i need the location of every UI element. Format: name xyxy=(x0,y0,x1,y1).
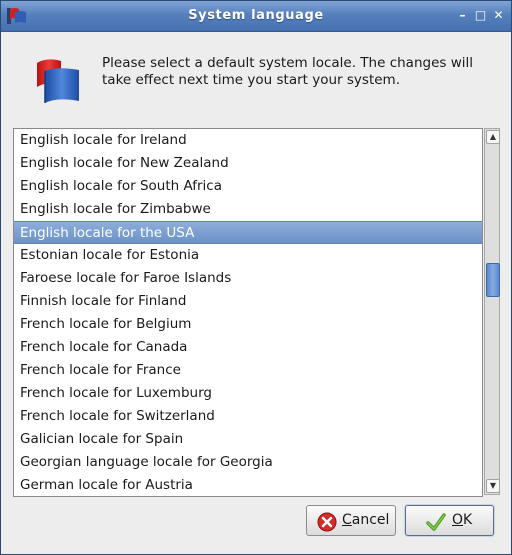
list-item[interactable]: English locale for South Africa xyxy=(14,175,482,198)
dialog-window: System language – □ ✕ Please select a de… xyxy=(0,0,512,555)
cancel-icon xyxy=(317,512,337,532)
list-item[interactable]: French locale for Canada xyxy=(14,336,482,359)
list-item[interactable]: Estonian locale for Estonia xyxy=(14,244,482,267)
list-item[interactable]: Georgian language locale for Georgia xyxy=(14,451,482,474)
scrollbar-thumb[interactable] xyxy=(486,263,500,297)
list-item[interactable]: Finnish locale for Finland xyxy=(14,290,482,313)
titlebar[interactable]: System language – □ ✕ xyxy=(1,1,511,32)
cancel-button[interactable]: Cancel xyxy=(306,505,396,536)
list-item[interactable]: French locale for Switzerland xyxy=(14,405,482,428)
list-item[interactable]: English locale for Zimbabwe xyxy=(14,198,482,221)
list-item-selected[interactable]: English locale for the USA xyxy=(14,221,482,244)
window-title: System language xyxy=(188,8,324,23)
checkmark-icon xyxy=(426,513,446,531)
cancel-label: Cancel xyxy=(342,512,390,528)
ok-button[interactable]: OK xyxy=(405,505,494,536)
maximize-button[interactable]: □ xyxy=(474,9,487,22)
locale-list[interactable]: English locale for Ireland English locale… xyxy=(13,128,483,497)
close-button[interactable]: ✕ xyxy=(492,9,505,22)
list-item[interactable]: English locale for New Zealand xyxy=(14,152,482,175)
minimize-button[interactable]: – xyxy=(456,9,469,22)
list-item[interactable]: German locale for Austria xyxy=(14,474,482,496)
list-item[interactable]: English locale for Ireland xyxy=(14,129,482,152)
list-item[interactable]: Faroese locale for Faroe Islands xyxy=(14,267,482,290)
list-item[interactable]: French locale for Luxemburg xyxy=(14,382,482,405)
scroll-down-icon[interactable]: ▼ xyxy=(486,479,500,493)
list-item[interactable]: Galician locale for Spain xyxy=(14,428,482,451)
list-item[interactable]: French locale for Belgium xyxy=(14,313,482,336)
ok-label: OK xyxy=(452,512,473,528)
vertical-scrollbar[interactable]: ▲ ▼ xyxy=(484,128,500,495)
instruction-text: Please select a default system locale. T… xyxy=(102,55,473,88)
flag-icon xyxy=(37,59,79,103)
scroll-up-icon[interactable]: ▲ xyxy=(486,130,500,144)
list-item[interactable]: French locale for France xyxy=(14,359,482,382)
